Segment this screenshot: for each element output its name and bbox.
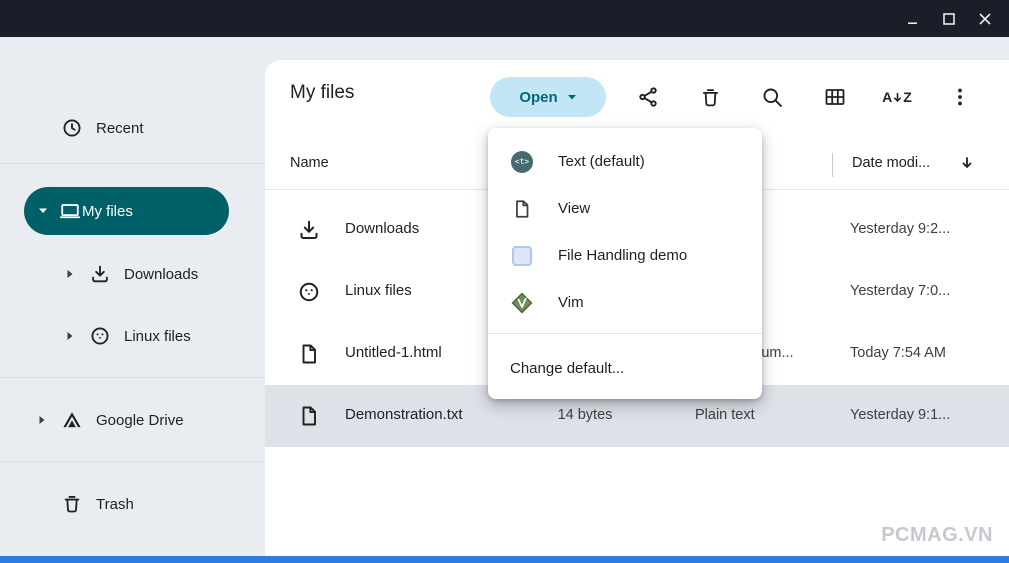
sort-az-icon: A Z: [882, 89, 912, 105]
sidebar-item-label: Linux files: [124, 327, 191, 345]
search-button[interactable]: [752, 77, 792, 117]
file-name: Linux files: [345, 282, 412, 299]
file-size: 14 bytes: [557, 407, 613, 423]
chevron-right-icon[interactable]: [34, 415, 50, 425]
menu-item-label: View: [558, 200, 591, 217]
sidebar: Recent My files Downloads Linux files Go…: [0, 37, 265, 563]
menu-item-text-default[interactable]: <t> Text (default): [488, 138, 762, 185]
column-separator: [832, 153, 833, 177]
file-date: Yesterday 7:0...: [850, 283, 951, 299]
watermark: PCMAG.VN: [881, 524, 993, 546]
view-document-icon: [510, 197, 534, 221]
chevron-down-icon: [567, 94, 576, 99]
sort-letter-a: A: [882, 89, 893, 105]
chevron-right-icon[interactable]: [62, 269, 78, 279]
sidebar-item-linux-files[interactable]: Linux files: [62, 315, 191, 357]
document-icon: [297, 342, 321, 366]
sidebar-item-trash[interactable]: Trash: [60, 483, 134, 525]
close-button[interactable]: [967, 0, 1003, 37]
open-with-menu: <t> Text (default) View File Handling de…: [488, 128, 762, 399]
sort-direction-down-icon[interactable]: [959, 155, 975, 171]
column-header-date-modified[interactable]: Date modi...: [852, 155, 930, 171]
sidebar-divider: [0, 461, 265, 462]
menu-item-vim[interactable]: Vim: [488, 279, 762, 326]
text-app-icon: <t>: [510, 150, 534, 174]
page-title: My files: [290, 82, 355, 103]
file-handling-app-icon: [510, 244, 534, 268]
menu-item-label: Vim: [558, 294, 584, 311]
sidebar-item-downloads[interactable]: Downloads: [62, 253, 198, 295]
linux-penguin-icon: [88, 324, 112, 348]
sidebar-item-google-drive[interactable]: Google Drive: [34, 399, 184, 441]
file-date: Yesterday 9:1...: [850, 407, 951, 423]
menu-item-change-default[interactable]: Change default...: [488, 341, 762, 395]
file-name: Demonstration.txt: [345, 406, 463, 423]
file-name: Untitled-1.html: [345, 344, 442, 361]
minimize-button[interactable]: [895, 0, 931, 37]
files-app-window: Recent My files Downloads Linux files Go…: [0, 0, 1009, 563]
menu-item-file-handling-demo[interactable]: File Handling demo: [488, 232, 762, 279]
file-date: Yesterday 9:2...: [850, 221, 951, 237]
vim-app-icon: [510, 291, 534, 315]
sidebar-item-label: My files: [82, 202, 133, 220]
linux-penguin-icon: [297, 280, 321, 304]
file-date: Today 7:54 AM: [850, 345, 946, 361]
titlebar: [0, 0, 1009, 37]
menu-item-view[interactable]: View: [488, 185, 762, 232]
document-icon: [297, 404, 321, 428]
sidebar-divider: [0, 377, 265, 378]
google-drive-icon: [60, 408, 84, 432]
laptop-icon: [58, 199, 82, 223]
search-icon: [763, 88, 782, 107]
menu-item-label: Text (default): [558, 153, 645, 170]
sort-letter-z: Z: [903, 89, 912, 105]
sidebar-item-label: Trash: [96, 495, 134, 513]
bottom-strip: [0, 556, 1009, 563]
sidebar-item-label: Google Drive: [96, 411, 184, 429]
download-icon: [88, 262, 112, 286]
sidebar-item-label: Recent: [96, 119, 144, 137]
column-header-name[interactable]: Name: [290, 155, 329, 171]
maximize-button[interactable]: [931, 0, 967, 37]
menu-item-label: File Handling demo: [558, 247, 688, 264]
download-icon: [297, 218, 321, 242]
grid-view-button[interactable]: [815, 77, 855, 117]
sidebar-item-recent[interactable]: Recent: [60, 107, 144, 149]
kebab-menu-icon: [958, 88, 962, 106]
file-type: Plain text: [695, 407, 755, 423]
open-button-label: Open: [519, 88, 558, 106]
sidebar-item-my-files[interactable]: My files: [24, 187, 229, 235]
open-button[interactable]: Open: [490, 77, 606, 117]
sort-by-name-button[interactable]: A Z: [877, 77, 917, 117]
more-options-button[interactable]: [940, 77, 980, 117]
share-icon: [639, 87, 657, 107]
trash-icon: [60, 492, 84, 516]
text-app-badge: <t>: [511, 150, 533, 173]
sidebar-divider: [0, 163, 265, 164]
menu-divider: [488, 333, 762, 334]
file-name: Downloads: [345, 220, 420, 237]
clock-icon: [60, 116, 84, 140]
sidebar-item-label: Downloads: [124, 265, 199, 283]
trash-icon: [702, 88, 718, 106]
chevron-down-icon[interactable]: [38, 207, 48, 215]
delete-button[interactable]: [690, 77, 730, 117]
share-button[interactable]: [628, 77, 668, 117]
grid-view-icon: [825, 89, 845, 105]
chevron-right-icon[interactable]: [62, 331, 78, 341]
